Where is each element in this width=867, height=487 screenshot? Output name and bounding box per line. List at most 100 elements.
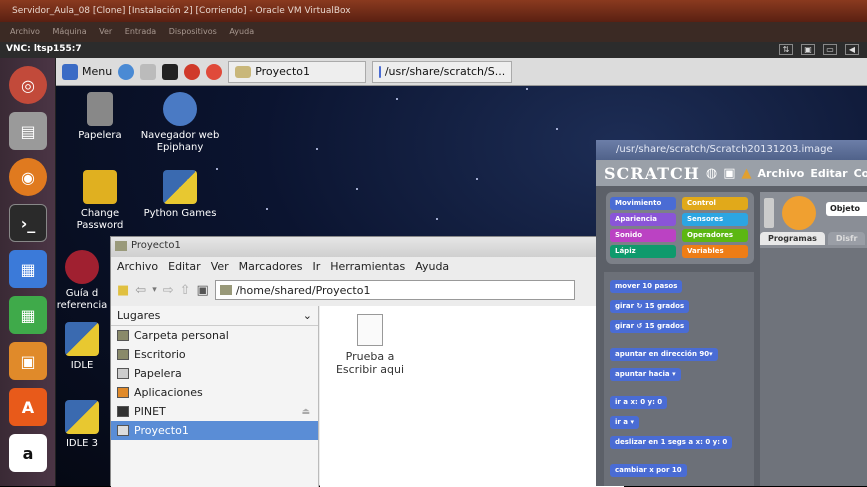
scratch-title-bar[interactable]: /usr/share/scratch/Scratch20131203.image [596,140,867,160]
software-center-icon[interactable]: A [9,388,47,426]
block-girar-left[interactable]: girar ↺ 15 grados [610,320,690,333]
place-carpeta-personal[interactable]: Carpeta personal [111,326,318,345]
unity-launcher: ◎ ▤ ◉ ›_ ▦ ▦ ▣ A a [0,58,56,486]
fm-menu-archivo[interactable]: Archivo [117,260,158,274]
terminal-launch-icon[interactable] [162,63,179,80]
desktop-icon-guia[interactable]: Guía d referencia [56,250,108,312]
firefox-icon[interactable]: ◉ [9,158,47,196]
volume-icon[interactable]: ◀ [845,44,859,55]
scratch-menu-editar[interactable]: Editar [810,167,847,180]
place-proyecto1[interactable]: Proyecto1 [111,421,318,440]
tab-disfraces[interactable]: Disfr [827,232,866,245]
back-arrow-icon[interactable]: ⇦ [135,283,146,298]
places-sidebar: Lugares ⌄ Carpeta personal Escritorio Pa… [111,306,319,487]
vbox-menu-ayuda[interactable]: Ayuda [229,27,254,36]
tab-programas[interactable]: Programas [760,232,825,245]
block-apuntar-direccion[interactable]: apuntar en dirección 90▾ [610,348,718,361]
file-item[interactable]: Prueba a Escribir aqui [330,314,410,376]
category-apariencia[interactable]: Apariencia [610,213,676,226]
menu-label: Menu [82,65,113,78]
category-movimiento[interactable]: Movimiento [610,197,676,210]
desktop-icon-papelera[interactable]: Papelera [60,92,140,142]
block-girar-right[interactable]: girar ↻ 15 grados [610,300,690,313]
block-apuntar-hacia[interactable]: apuntar hacia ▾ [610,368,681,381]
scratch-menu-archivo[interactable]: Archivo [758,167,805,180]
fm-title-bar[interactable]: Proyecto1 [111,237,624,257]
globe-icon [163,92,197,126]
fm-title: Proyecto1 [131,240,181,251]
block-deslizar[interactable]: deslizar en 1 segs a x: 0 y: 0 [610,436,733,449]
menu-icon [62,63,78,80]
desktop-icon-change-password[interactable]: Change Password [60,170,140,232]
virtualbox-menu-bar: Archivo Máquina Ver Entrada Dispositivos… [0,22,867,42]
desktop-icon-idle3[interactable]: IDLE 3 [56,400,108,450]
settings-launch-icon[interactable] [184,63,201,80]
home-icon[interactable]: ▣ [197,283,209,298]
category-lapiz[interactable]: Lápiz [610,245,676,258]
fm-menu-editar[interactable]: Editar [168,260,201,274]
vbox-menu-maquina[interactable]: Máquina [52,27,86,36]
new-tab-icon[interactable]: ■ [117,283,129,298]
share-icon[interactable]: ▲ [742,166,752,181]
battery-icon[interactable]: ▭ [823,44,837,55]
places-header[interactable]: Lugares ⌄ [111,306,318,326]
file-manager-launch-icon[interactable] [140,63,157,80]
category-variables[interactable]: Variables [682,245,748,258]
block-ir-a[interactable]: ir a ▾ [610,416,639,429]
python-icon [65,322,99,356]
place-pinet[interactable]: PINET ⏏ [111,402,318,421]
category-sonido[interactable]: Sonido [610,229,676,242]
scratch-menu-comp[interactable]: Comp [854,167,867,180]
vbox-menu-archivo[interactable]: Archivo [10,27,40,36]
vbox-menu-ver[interactable]: Ver [99,27,112,36]
block-cambiar-x[interactable]: cambiar x por 10 [610,464,687,477]
fm-menu-ver[interactable]: Ver [211,260,229,274]
globe-icon[interactable]: ◍ [706,166,717,181]
path-field[interactable]: /home/shared/Proyecto1 [214,280,575,300]
object-name-field[interactable]: Objeto [826,202,867,216]
category-control[interactable]: Control [682,197,748,210]
desktop-icon-idle[interactable]: IDLE [56,322,108,372]
file-view: Prueba a Escribir aqui [320,306,624,487]
forward-arrow-icon[interactable]: ⇨ [163,283,174,298]
amazon-icon[interactable]: a [9,434,47,472]
writer-icon[interactable]: ▦ [9,250,47,288]
category-sensores[interactable]: Sensores [682,213,748,226]
vbox-menu-entrada[interactable]: Entrada [125,27,156,36]
task-scratch[interactable]: /usr/share/scratch/S... [372,60,513,83]
impress-icon[interactable]: ▣ [9,342,47,380]
sprite-cat-icon[interactable] [782,196,816,230]
file-name: Prueba a Escribir aqui [335,350,405,376]
fm-menu-herramientas[interactable]: Herramientas [330,260,405,274]
category-operadores[interactable]: Operadores [682,229,748,242]
desktop-icon-python-games[interactable]: Python Games [140,170,220,220]
place-aplicaciones[interactable]: Aplicaciones [111,383,318,402]
terminal-icon[interactable]: ›_ [9,204,47,242]
fm-menu-marcadores[interactable]: Marcadores [239,260,303,274]
place-papelera[interactable]: Papelera [111,364,318,383]
desktop-folder-icon [117,349,129,360]
display-icon[interactable]: ▣ [801,44,815,55]
shutdown-launch-icon[interactable] [206,63,223,80]
block-ir-a-xy[interactable]: ir a x: 0 y: 0 [610,396,668,409]
task-proyecto1[interactable]: Proyecto1 [228,60,367,83]
desktop-icon-epiphany[interactable]: Navegador web Epiphany [140,92,220,154]
browser-launch-icon[interactable] [118,63,135,80]
scripts-area[interactable] [760,248,867,486]
place-escritorio[interactable]: Escritorio [111,345,318,364]
block-mover[interactable]: mover 10 pasos [610,280,683,293]
files-icon[interactable]: ▤ [9,112,47,150]
chevron-down-icon[interactable]: ▾ [152,285,157,295]
fm-menu-ir[interactable]: Ir [312,260,320,274]
calc-icon[interactable]: ▦ [9,296,47,334]
folder-icon [117,330,129,341]
rotation-style-icon[interactable] [764,198,774,228]
eject-icon[interactable]: ⏏ [301,407,310,417]
save-icon[interactable]: ▣ [723,166,735,181]
menu-button[interactable]: Menu [62,61,112,83]
fm-menu-ayuda[interactable]: Ayuda [415,260,449,274]
vbox-menu-dispositivos[interactable]: Dispositivos [169,27,217,36]
keyboard-icon[interactable]: ⇅ [779,44,793,55]
up-arrow-icon[interactable]: ⇧ [180,283,191,298]
dash-icon[interactable]: ◎ [9,66,47,104]
